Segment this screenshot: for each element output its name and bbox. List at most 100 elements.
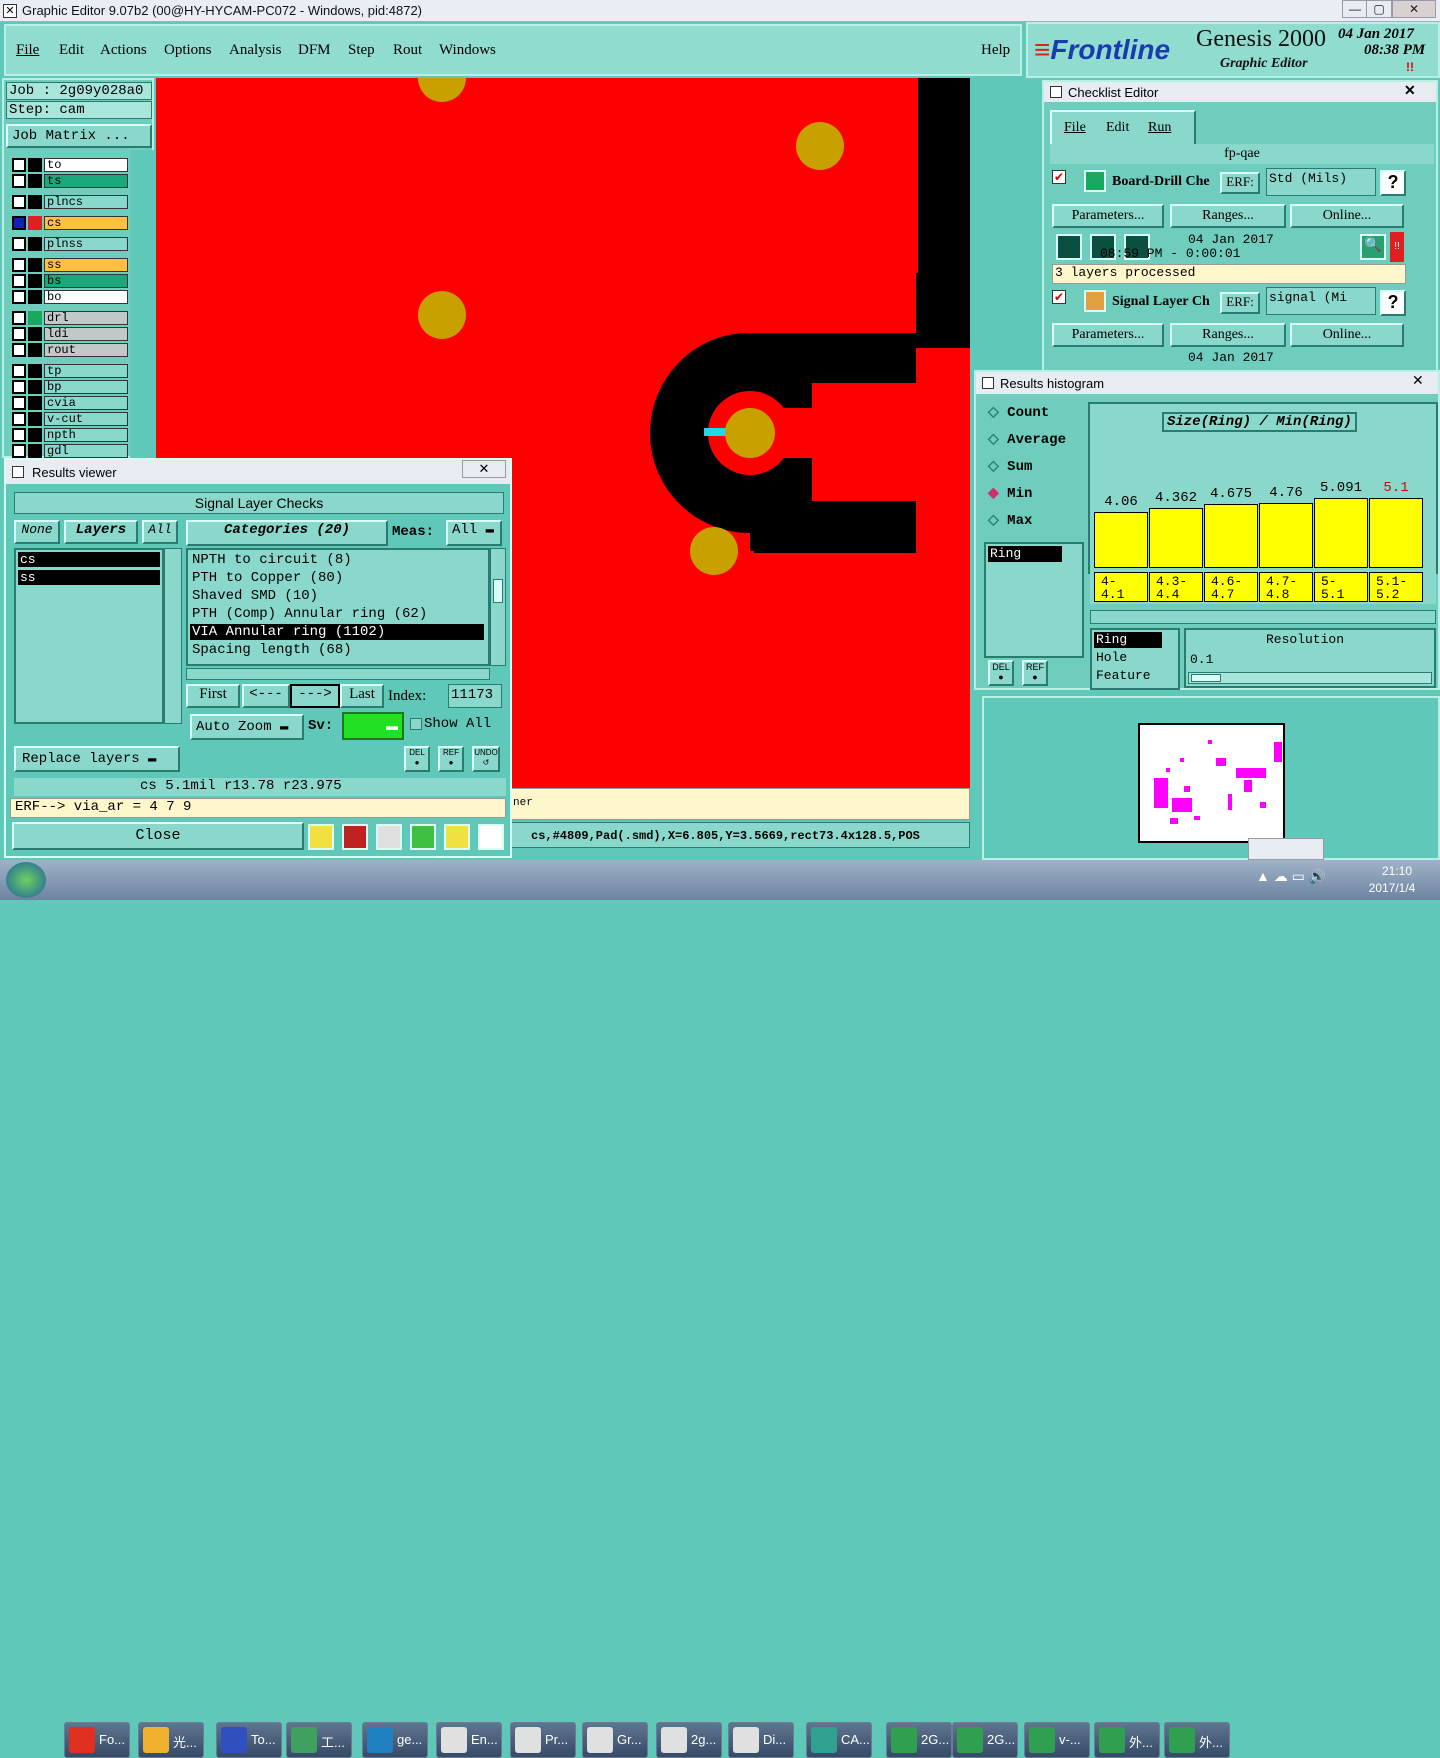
histogram-bin-label[interactable]: 5- 5.1 — [1314, 572, 1368, 602]
layer-row-cvia[interactable]: cvia — [12, 396, 128, 410]
histogram-bar[interactable] — [1314, 498, 1368, 568]
taskbar-item[interactable]: En... — [436, 1722, 502, 1758]
category-item[interactable]: NPTH to circuit (8) — [190, 552, 484, 568]
layer-row-v-cut[interactable]: v-cut — [12, 412, 128, 426]
histogram-bin-label[interactable]: 4.3- 4.4 — [1149, 572, 1203, 602]
results-close-button[interactable]: Close — [12, 822, 304, 850]
check2-help-button[interactable]: ? — [1380, 290, 1406, 316]
maximize-button[interactable]: ▢ — [1366, 0, 1392, 18]
layer-name[interactable]: npth — [44, 428, 128, 442]
prev-button[interactable]: <--- — [242, 684, 290, 708]
category-item[interactable]: PTH to Copper (80) — [190, 570, 484, 586]
checklist-menu-run[interactable]: Run — [1148, 120, 1171, 136]
layer-name[interactable]: to — [44, 158, 128, 172]
category-item[interactable]: Spacing length (68) — [190, 642, 484, 658]
layer-row-ss[interactable]: ss — [12, 258, 128, 272]
layer-checkbox[interactable] — [12, 364, 26, 378]
mark-icon[interactable] — [342, 824, 368, 850]
zoom-results-icon[interactable]: 🔍 — [1360, 234, 1386, 260]
check2-ranges-button[interactable]: Ranges... — [1170, 323, 1286, 347]
radio-diamond-icon[interactable]: ◆ — [988, 486, 1007, 502]
none-button[interactable]: None — [14, 520, 60, 544]
layer-name[interactable]: cs — [44, 216, 128, 230]
layer-name[interactable]: rout — [44, 343, 128, 357]
menu-edit[interactable]: Edit — [59, 42, 84, 59]
layer-name[interactable]: plncs — [44, 195, 128, 209]
layer-checkbox[interactable] — [12, 174, 26, 188]
layer-row-ldi[interactable]: ldi — [12, 327, 128, 341]
taskbar-item[interactable]: v-... — [1024, 1722, 1090, 1758]
checklist-close-button[interactable]: ✕ — [1404, 82, 1416, 99]
layers-button[interactable]: Layers — [64, 520, 138, 544]
layer-row-bp[interactable]: bp — [12, 380, 128, 394]
taskbar-item[interactable]: 2g... — [656, 1722, 722, 1758]
histogram-bar[interactable] — [1204, 504, 1258, 568]
taskbar-item[interactable]: Gr... — [582, 1722, 648, 1758]
layer-checkbox[interactable] — [12, 396, 26, 410]
layer-checkbox[interactable] — [12, 274, 26, 288]
layer-row-bs[interactable]: bs — [12, 274, 128, 288]
run-check-icon[interactable] — [1056, 234, 1082, 260]
layer-row-npth[interactable]: npth — [12, 428, 128, 442]
layer-name[interactable]: v-cut — [44, 412, 128, 426]
taskbar-item[interactable]: 2G... — [952, 1722, 1018, 1758]
check1-enable[interactable]: ✔ — [1052, 170, 1066, 184]
check2-parameters-button[interactable]: Parameters... — [1052, 323, 1164, 347]
resolution-slider-thumb[interactable] — [1191, 674, 1221, 682]
histogram-del-button[interactable]: DEL ● — [988, 660, 1014, 686]
category-item[interactable]: VIA Annular ring (1102) — [190, 624, 484, 640]
last-button[interactable]: Last — [340, 684, 384, 708]
delete-icon[interactable] — [376, 824, 402, 850]
check2-name[interactable]: Signal Layer Ch — [1112, 294, 1218, 310]
layer-row-plncs[interactable]: plncs — [12, 195, 128, 209]
category-hscroll[interactable] — [186, 668, 490, 680]
histogram-bar[interactable] — [1149, 508, 1203, 568]
results-layer-list[interactable]: cs ss — [14, 548, 164, 724]
check2-online-button[interactable]: Online... — [1290, 323, 1404, 347]
layer-row-drl[interactable]: drl — [12, 311, 128, 325]
layer-row-tp[interactable]: tp — [12, 364, 128, 378]
check1-name[interactable]: Board-Drill Che — [1112, 174, 1218, 190]
check2-erf-label[interactable]: ERF: — [1220, 292, 1260, 314]
checklist-menu-file[interactable]: File — [1064, 120, 1086, 136]
menu-dfm[interactable]: DFM — [298, 42, 331, 59]
mode-max[interactable]: ◇ Max — [988, 512, 1032, 529]
layer-checkbox[interactable] — [12, 327, 26, 341]
menu-step[interactable]: Step — [348, 42, 375, 59]
layer-checkbox[interactable] — [12, 412, 26, 426]
layer-checkbox[interactable] — [12, 258, 26, 272]
histogram-close-button[interactable]: ✕ — [1412, 372, 1424, 389]
histogram-scrollbar[interactable] — [1090, 610, 1436, 624]
histogram-param-list[interactable]: Ring Hole Feature — [1090, 628, 1180, 690]
result-layer-ss[interactable]: ss — [18, 570, 160, 585]
taskbar-item[interactable]: 外... — [1164, 1722, 1230, 1758]
check1-erf-label[interactable]: ERF: — [1220, 172, 1260, 194]
layer-list-scrollbar[interactable] — [164, 548, 182, 724]
mode-average[interactable]: ◇ Average — [988, 431, 1066, 448]
result-layer-cs[interactable]: cs — [18, 552, 160, 567]
histogram-bin-label[interactable]: 4.6- 4.7 — [1204, 572, 1258, 602]
category-item[interactable]: PTH (Comp) Annular ring (62) — [190, 606, 484, 622]
results-del-button[interactable]: DEL ● — [404, 746, 430, 772]
start-button[interactable] — [6, 862, 46, 898]
layer-name[interactable]: bs — [44, 274, 128, 288]
check1-online-button[interactable]: Online... — [1290, 204, 1404, 228]
layer-name[interactable]: drl — [44, 311, 128, 325]
list-icon[interactable] — [444, 824, 470, 850]
taskbar-item[interactable]: To... — [216, 1722, 282, 1758]
taskbar-item[interactable]: CA... — [806, 1722, 872, 1758]
layer-row-ts[interactable]: ts — [12, 174, 128, 188]
layer-checkbox[interactable] — [12, 216, 26, 230]
layer-name[interactable]: gdl — [44, 444, 128, 458]
layer-row-rout[interactable]: rout — [12, 343, 128, 357]
category-scrollbar[interactable] — [490, 548, 506, 666]
menu-analysis[interactable]: Analysis — [229, 42, 282, 59]
check1-ranges-button[interactable]: Ranges... — [1170, 204, 1286, 228]
all-button[interactable]: All — [142, 520, 178, 544]
histogram-bar[interactable] — [1369, 498, 1423, 568]
layer-checkbox[interactable] — [12, 311, 26, 325]
layer-row-to[interactable]: to — [12, 158, 128, 172]
auto-zoom-dropdown[interactable]: Auto Zoom ▬ — [190, 714, 304, 740]
taskbar-item[interactable]: Fo... — [64, 1722, 130, 1758]
report-icon[interactable] — [308, 824, 334, 850]
